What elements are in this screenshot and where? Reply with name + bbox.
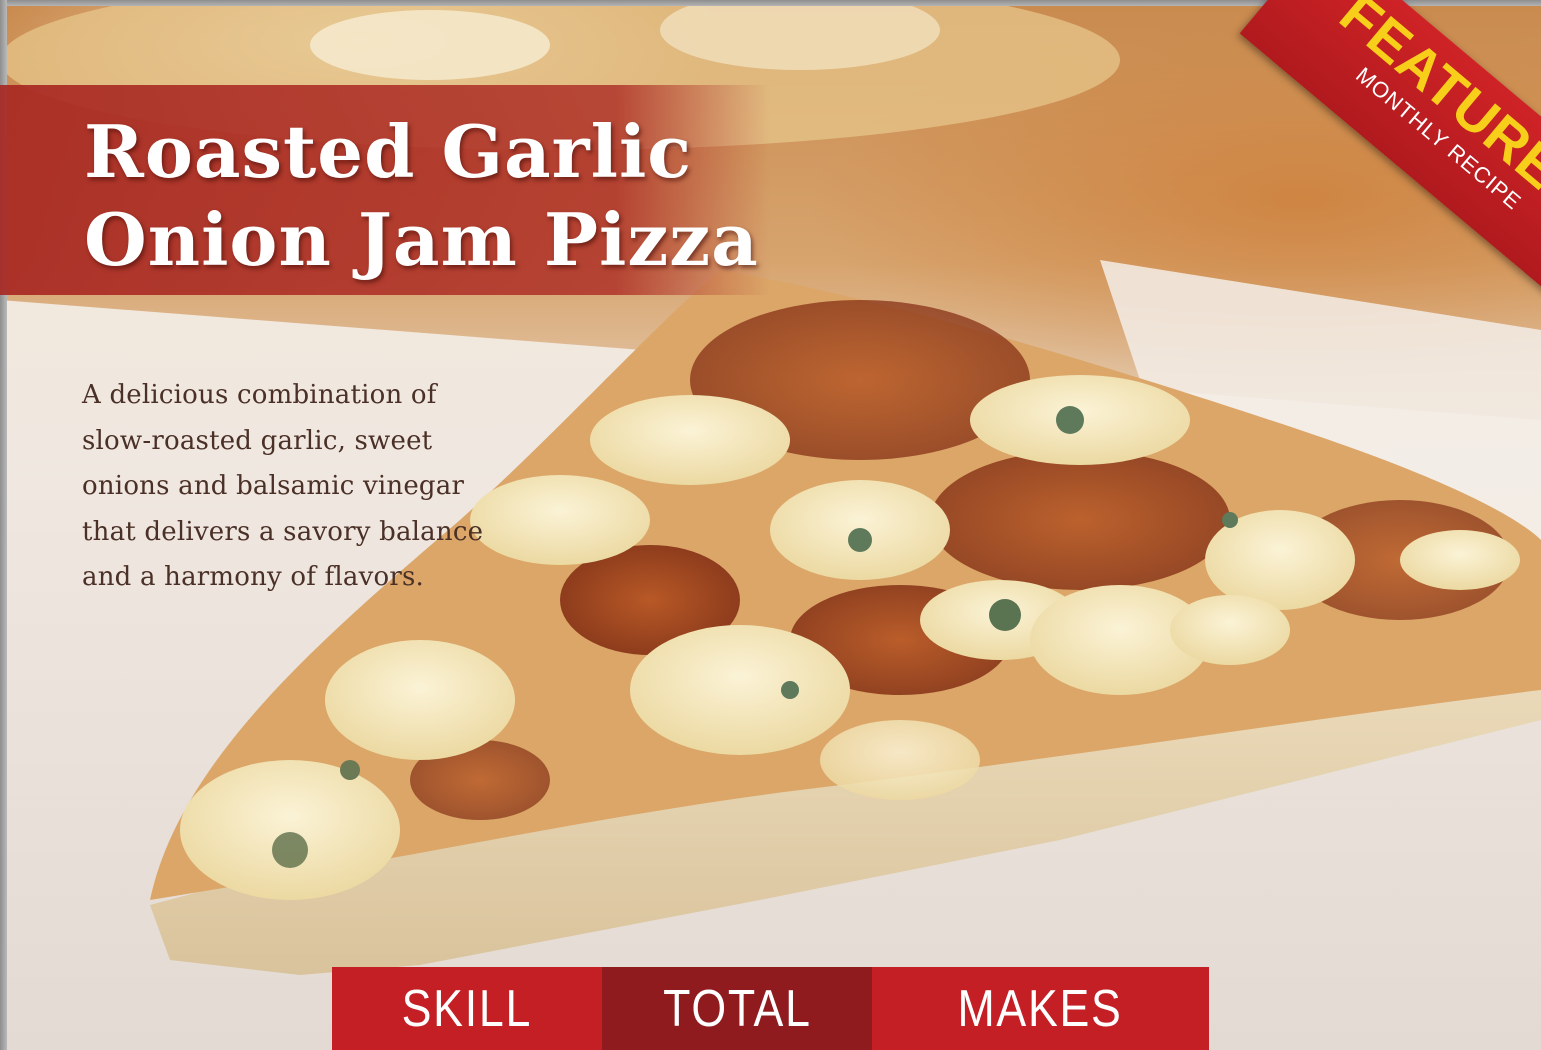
stat-skill-label: SKILL	[401, 979, 533, 1038]
stat-total: TOTAL	[602, 967, 872, 1050]
featured-ribbon-corner: FEATURED MONTHLY RECIPE	[1140, 0, 1541, 300]
recipe-title-line-2: Onion Jam Pizza	[84, 197, 759, 282]
stat-skill: SKILL	[332, 967, 602, 1050]
recipe-description: A delicious combination of slow-roasted …	[82, 380, 484, 592]
recipe-title-line-1: Roasted Garlic	[84, 109, 693, 194]
stat-makes: MAKES	[872, 967, 1209, 1050]
recipe-stats-bar: SKILL TOTAL MAKES	[332, 967, 1209, 1050]
recipe-title: Roasted Garlic Onion Jam Pizza	[84, 108, 804, 284]
stat-total-label: TOTAL	[662, 979, 812, 1038]
stat-makes-label: MAKES	[957, 979, 1124, 1038]
featured-ribbon: FEATURED MONTHLY RECIPE	[1239, 0, 1541, 300]
